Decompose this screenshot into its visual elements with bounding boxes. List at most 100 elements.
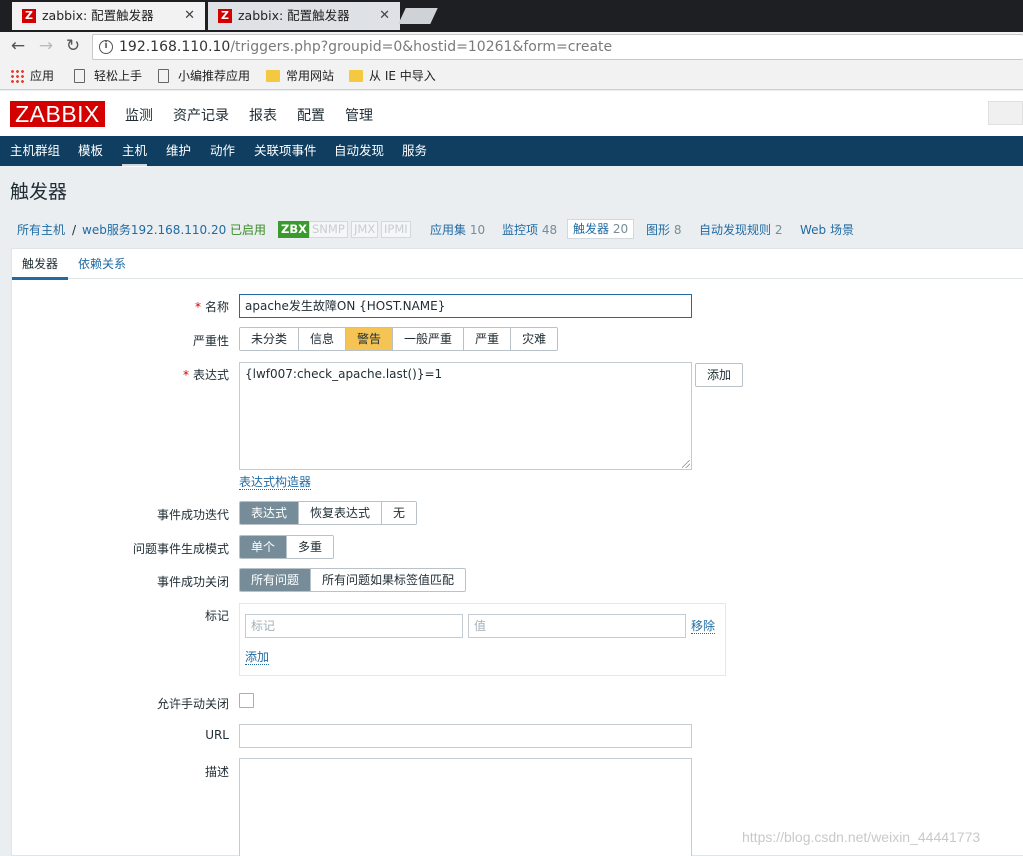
menu-monitoring[interactable]: 监测: [125, 105, 153, 125]
menu-inventory[interactable]: 资产记录: [173, 105, 229, 125]
ok-event-none[interactable]: 无: [382, 502, 417, 524]
expression-label: * 表达式: [182, 368, 229, 382]
zabbix-logo[interactable]: ZABBIX: [10, 101, 105, 127]
submenu-actions[interactable]: 动作: [210, 143, 235, 159]
address-bar[interactable]: i 192.168.110.10/triggers.php?groupid=0&…: [92, 34, 1023, 60]
browser-tab-inactive[interactable]: Z zabbix: 配置触发器 ✕: [208, 2, 400, 30]
bookmark-apps[interactable]: 应用: [10, 68, 54, 84]
apps-grid-icon: [10, 69, 24, 83]
breadcrumb-separator: /: [72, 223, 77, 237]
page-icon: [158, 69, 169, 83]
ok-event-closes-selector: 所有问题 所有问题如果标签值匹配: [239, 568, 467, 592]
global-search-input[interactable]: [988, 101, 1023, 125]
submenu-maintenance[interactable]: 维护: [166, 143, 191, 159]
submenu-templates[interactable]: 模板: [78, 143, 103, 159]
ok-event-generation-label: 事件成功迭代: [156, 508, 229, 522]
expression-builder-link[interactable]: 表达式构造器: [239, 475, 312, 490]
description-label: 描述: [204, 765, 229, 779]
folder-icon: [266, 70, 280, 82]
severity-label: 严重性: [192, 334, 229, 348]
menu-administration[interactable]: 管理: [345, 105, 373, 125]
severity-information[interactable]: 信息: [299, 328, 347, 350]
browser-tabstrip: Z zabbix: 配置触发器 ✕ Z zabbix: 配置触发器 ✕: [0, 0, 1023, 32]
tag-value-input[interactable]: 值: [468, 614, 686, 638]
expression-text: {lwf007:check_apache.last()}=1: [245, 367, 443, 381]
host-triggers-link[interactable]: 触发器 20: [567, 219, 635, 239]
browser-tab-title: zabbix: 配置触发器: [42, 8, 154, 23]
expression-textarea[interactable]: {lwf007:check_apache.last()}=1: [239, 362, 692, 470]
snmp-availability-badge: SNMP: [309, 221, 348, 238]
menu-reports[interactable]: 报表: [249, 105, 277, 125]
browser-tab-active[interactable]: Z zabbix: 配置触发器 ✕: [12, 2, 205, 30]
submenu-correlation[interactable]: 关联项事件: [254, 143, 317, 159]
ok-close-all-problems[interactable]: 所有问题: [240, 569, 312, 591]
severity-disaster[interactable]: 灾难: [511, 328, 558, 350]
ok-close-tag-match[interactable]: 所有问题如果标签值匹配: [311, 569, 466, 591]
url-label: URL: [205, 728, 229, 742]
submenu-host-groups[interactable]: 主机群组: [10, 143, 60, 159]
bookmark-import-ie[interactable]: 从 IE 中导入: [349, 68, 436, 84]
zabbix-header: ZABBIX 监测 资产记录 报表 配置 管理: [0, 91, 1023, 136]
forward-arrow-icon[interactable]: →: [36, 36, 56, 56]
problem-mode-single[interactable]: 单个: [240, 536, 288, 558]
manual-close-checkbox[interactable]: [239, 693, 254, 708]
zabbix-favicon-icon: Z: [22, 9, 36, 23]
trigger-name-input[interactable]: apache发生故障ON {HOST.NAME}: [239, 294, 692, 318]
form-tabs: 触发器 依赖关系: [11, 249, 1023, 280]
bookmark-common-sites[interactable]: 常用网站: [266, 68, 334, 84]
ok-event-recovery-expression[interactable]: 恢复表达式: [299, 502, 383, 524]
menu-configuration[interactable]: 配置: [297, 105, 325, 125]
problem-mode-label: 问题事件生成模式: [132, 542, 229, 556]
host-applications-link[interactable]: 应用集 10: [430, 222, 485, 238]
zbx-availability-badge: ZBX: [278, 221, 310, 238]
host-web-scenarios-link[interactable]: Web 场景: [800, 222, 854, 238]
severity-warning[interactable]: 警告: [346, 328, 394, 350]
tag-name-input[interactable]: 标记: [245, 614, 463, 638]
remove-tag-link[interactable]: 移除: [691, 619, 716, 634]
add-tag-link[interactable]: 添加: [245, 650, 270, 665]
reload-icon[interactable]: ↻: [63, 36, 83, 56]
host-items-link[interactable]: 监控项 48: [502, 222, 557, 238]
host-status-enabled[interactable]: 已启用: [230, 222, 266, 238]
submenu-discovery[interactable]: 自动发现: [334, 143, 384, 159]
bookmark-recommended[interactable]: 小编推荐应用: [158, 68, 250, 84]
name-label: * 名称: [194, 300, 229, 314]
new-tab-button[interactable]: [398, 8, 438, 24]
bookmark-getting-started[interactable]: 轻松上手: [74, 68, 142, 84]
tab-trigger[interactable]: 触发器: [11, 256, 69, 280]
severity-not-classified[interactable]: 未分类: [240, 328, 300, 350]
host-discovery-link[interactable]: 自动发现规则 2: [699, 222, 782, 238]
back-arrow-icon[interactable]: ←: [8, 36, 28, 56]
breadcrumb-all-hosts[interactable]: 所有主机: [17, 222, 65, 238]
problem-mode-selector: 单个 多重: [239, 535, 335, 559]
severity-average[interactable]: 一般严重: [393, 328, 465, 350]
submenu-services[interactable]: 服务: [402, 143, 427, 159]
severity-high[interactable]: 严重: [464, 328, 512, 350]
zabbix-favicon-icon: Z: [218, 9, 232, 23]
page-icon: [74, 69, 85, 83]
problem-mode-multiple[interactable]: 多重: [287, 536, 334, 558]
add-expression-button[interactable]: 添加: [695, 363, 744, 387]
host-navigation: 所有主机 / web服务192.168.110.20 已启用 ZBX SNMP …: [0, 216, 1023, 246]
site-info-icon[interactable]: i: [99, 40, 113, 54]
page-title: 触发器: [10, 181, 68, 203]
url-input[interactable]: [239, 724, 692, 748]
submenu-hosts[interactable]: 主机: [122, 143, 148, 167]
tags-label: 标记: [204, 609, 229, 623]
host-graphs-link[interactable]: 图形 8: [646, 222, 681, 238]
description-textarea[interactable]: [239, 758, 692, 856]
watermark-text: https://blog.csdn.net/weixin_44441773: [742, 829, 981, 845]
ok-event-closes-label: 事件成功关闭: [156, 575, 229, 589]
close-tab-icon[interactable]: ✕: [379, 2, 390, 30]
resize-grip-icon[interactable]: [682, 460, 690, 468]
close-tab-icon[interactable]: ✕: [184, 2, 195, 30]
ok-event-expression[interactable]: 表达式: [240, 502, 300, 524]
tab-dependencies[interactable]: 依赖关系: [78, 256, 126, 272]
breadcrumb-host[interactable]: web服务192.168.110.20: [82, 222, 226, 238]
ipmi-availability-badge: IPMI: [381, 221, 411, 238]
ok-event-generation-selector: 表达式 恢复表达式 无: [239, 501, 418, 525]
config-submenu: 主机群组 模板 主机 维护 动作 关联项事件 自动发现 服务: [0, 136, 1023, 167]
folder-icon: [349, 70, 363, 82]
address-url: 192.168.110.10/triggers.php?groupid=0&ho…: [119, 39, 613, 55]
bookmarks-bar: 应用 轻松上手 小编推荐应用 常用网站 从 IE 中导入: [0, 62, 1023, 90]
